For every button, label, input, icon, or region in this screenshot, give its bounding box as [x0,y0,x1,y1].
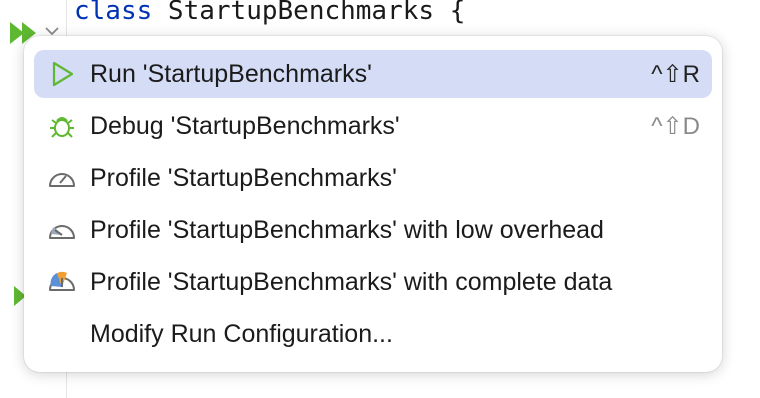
menu-item-label: Profile 'StartupBenchmarks' with low ove… [90,215,604,244]
menu-item-label: Profile 'StartupBenchmarks' with complet… [90,267,613,296]
menu-item-label: Run 'StartupBenchmarks' [90,59,372,88]
menu-item-profile-low-overhead[interactable]: Profile 'StartupBenchmarks' with low ove… [34,206,712,254]
shortcut-label: ^⇧D [651,112,700,140]
code-keyword: class [74,0,153,26]
menu-item-label: Modify Run Configuration... [90,319,393,348]
menu-item-debug[interactable]: Debug 'StartupBenchmarks' ^⇧D [34,102,712,150]
menu-item-label: Profile 'StartupBenchmarks' [90,163,397,192]
run-icon [34,50,90,98]
debug-icon [34,102,90,150]
menu-item-modify-run-configuration[interactable]: Modify Run Configuration... [34,310,712,358]
profile-low-overhead-icon [34,206,90,254]
code-line-class-declaration: class StartupBenchmarks { [74,0,465,26]
run-context-menu: Run 'StartupBenchmarks' ^⇧R Debug 'Start… [24,36,722,372]
code-class-name: StartupBenchmarks { [152,0,466,26]
menu-item-run[interactable]: Run 'StartupBenchmarks' ^⇧R [34,50,712,98]
menu-item-label: Debug 'StartupBenchmarks' [90,111,400,140]
menu-item-profile[interactable]: Profile 'StartupBenchmarks' [34,154,712,202]
menu-item-profile-complete-data[interactable]: Profile 'StartupBenchmarks' with complet… [34,258,712,306]
profile-complete-data-icon [34,258,90,306]
profile-icon [34,154,90,202]
shortcut-label: ^⇧R [651,60,700,88]
